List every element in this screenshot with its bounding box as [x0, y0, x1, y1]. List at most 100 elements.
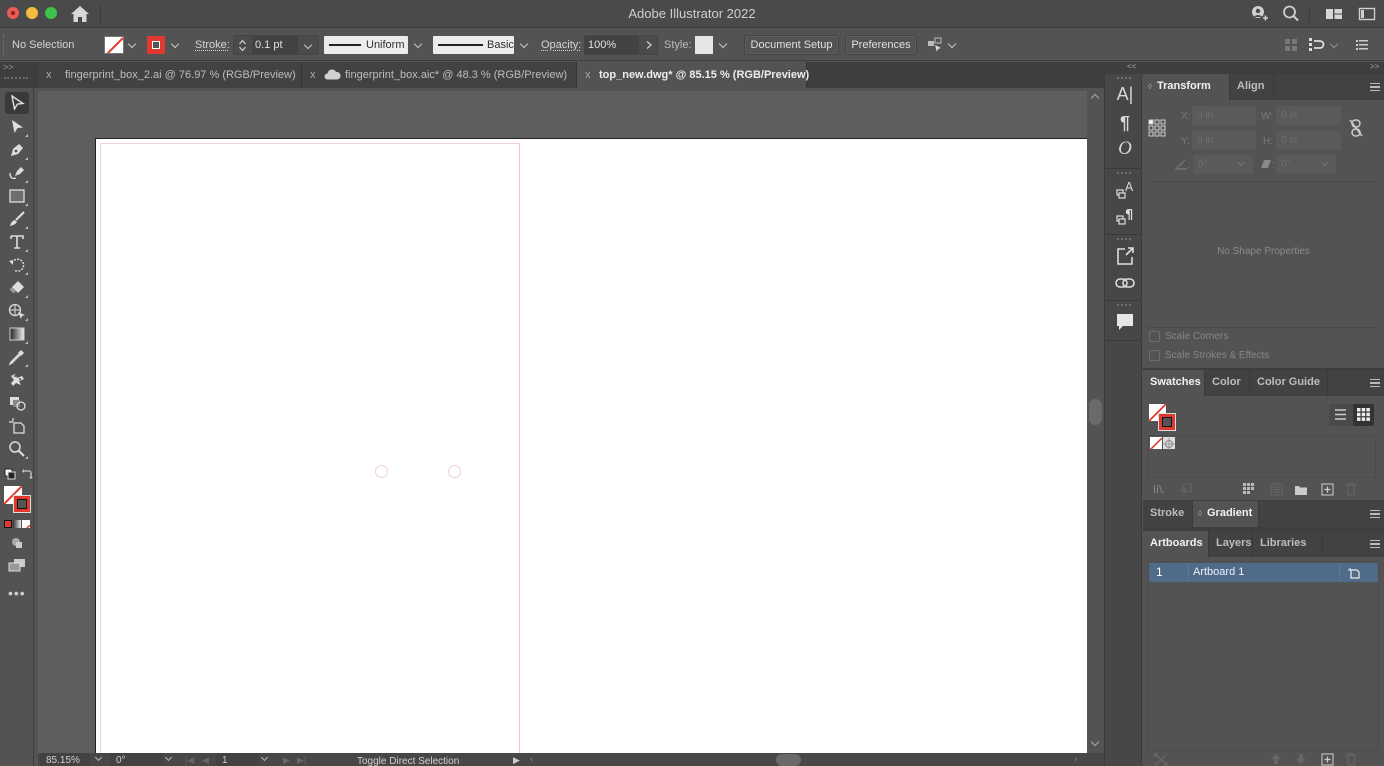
rotation-field[interactable]: 0°: [110, 753, 162, 766]
transform-panel-menu-icon[interactable]: [1370, 83, 1380, 91]
stroke-color-box[interactable]: [13, 495, 31, 513]
rotate-field[interactable]: 0°: [1193, 155, 1253, 174]
tab-close-button[interactable]: x: [310, 62, 316, 88]
brush-definition[interactable]: Basic: [433, 36, 514, 54]
list-view-icon[interactable]: [1334, 408, 1347, 421]
paragraph-styles-icon[interactable]: ¶: [1114, 205, 1136, 227]
artwork-outline[interactable]: [100, 143, 520, 763]
stroke-weight-input[interactable]: 0.1 pt: [252, 36, 298, 54]
paintbrush-tool[interactable]: [5, 208, 29, 230]
document-tab-0[interactable]: x fingerprint_box_2.ai @ 76.97 % (RGB/Pr…: [38, 62, 302, 88]
graphic-style-swatch[interactable]: [695, 36, 713, 54]
artboard-options-icon[interactable]: [1347, 567, 1361, 579]
style-dropdown[interactable]: [715, 35, 731, 55]
gradient-panel-menu-icon[interactable]: [1370, 510, 1380, 518]
tab-libraries[interactable]: Libraries: [1253, 531, 1323, 557]
search-icon[interactable]: [1282, 4, 1300, 24]
panels-collapse-button[interactable]: >>: [1370, 62, 1379, 71]
first-artboard-button[interactable]: |◀: [185, 755, 194, 766]
dock-grip[interactable]: [1117, 238, 1131, 240]
scroll-left-arrow[interactable]: ‹: [530, 754, 533, 765]
variable-width-profile[interactable]: Uniform: [324, 36, 408, 54]
profile-dropdown[interactable]: [410, 35, 426, 55]
artboard-tool[interactable]: [5, 415, 29, 437]
tab-color-guide[interactable]: Color Guide: [1250, 370, 1328, 396]
dock-grip[interactable]: [1117, 77, 1131, 79]
selection-tool[interactable]: [5, 92, 29, 114]
character-panel-icon[interactable]: A|: [1114, 84, 1136, 106]
artboard-dropdown[interactable]: [260, 753, 269, 762]
tab-stroke[interactable]: Stroke: [1143, 501, 1193, 527]
new-artboard-icon[interactable]: [1321, 753, 1334, 766]
scroll-down-arrow[interactable]: [1090, 737, 1100, 747]
direct-selection-tool[interactable]: [5, 116, 29, 138]
shape-builder-tool[interactable]: [5, 300, 29, 322]
artboard-number-field[interactable]: 1: [216, 753, 258, 766]
tab-close-button[interactable]: x: [46, 62, 52, 88]
opentype-panel-icon[interactable]: O: [1114, 138, 1136, 160]
stroke-swatch[interactable]: [147, 36, 165, 54]
panel-toggle-icon[interactable]: [1358, 4, 1376, 24]
dock-grip[interactable]: [1117, 304, 1131, 306]
tab-transform[interactable]: ◊ Transform: [1143, 74, 1230, 100]
w-field[interactable]: 0 in: [1276, 106, 1341, 125]
tab-align[interactable]: Align: [1230, 74, 1274, 100]
circle-shape[interactable]: [375, 465, 388, 478]
none-mode-button[interactable]: [22, 520, 30, 528]
artboards-panel-menu-icon[interactable]: [1370, 540, 1380, 548]
stroke-dropdown[interactable]: [167, 35, 183, 55]
arrange-dropdown[interactable]: [944, 35, 960, 55]
h-field[interactable]: 0 in: [1276, 131, 1341, 150]
character-styles-icon[interactable]: A: [1114, 179, 1136, 201]
gradient-mode-button[interactable]: [13, 520, 21, 528]
eraser-tool[interactable]: [5, 277, 29, 299]
document-tab-2[interactable]: x top_new.dwg* @ 85.15 % (RGB/Preview): [577, 62, 809, 88]
swatch-options-icon[interactable]: [1270, 483, 1283, 496]
pen-tool[interactable]: [5, 139, 29, 161]
reference-point-icon[interactable]: [1148, 119, 1166, 137]
color-mode-button[interactable]: [4, 520, 12, 528]
tab-gradient[interactable]: ◊ Gradient: [1193, 501, 1259, 527]
align-grid-icon[interactable]: [1284, 38, 1298, 52]
fill-swatch[interactable]: [104, 36, 124, 54]
horizontal-scroll-thumb[interactable]: [776, 754, 801, 766]
scale-strokes-checkbox[interactable]: [1149, 350, 1160, 361]
grid-view-button[interactable]: [1353, 404, 1374, 426]
x-field[interactable]: 0 in: [1192, 106, 1256, 125]
arrange-documents-icon[interactable]: [927, 37, 943, 53]
tab-artboards[interactable]: Artboards: [1143, 531, 1209, 557]
canvas[interactable]: [38, 91, 1087, 763]
opacity-input[interactable]: 100%: [585, 36, 639, 54]
edit-toolbar-more-icon[interactable]: •••: [8, 586, 26, 600]
move-down-icon[interactable]: [1295, 753, 1307, 765]
constrain-proportions-icon[interactable]: [1348, 118, 1364, 138]
rotation-dropdown[interactable]: [164, 753, 173, 762]
preferences-button[interactable]: Preferences: [845, 35, 917, 55]
swatch-none[interactable]: [1150, 437, 1162, 449]
fill-dropdown[interactable]: [124, 35, 140, 55]
dock-grip[interactable]: [1117, 172, 1131, 174]
zoom-tool[interactable]: [5, 438, 29, 460]
toolbar-expand-button[interactable]: >>: [3, 62, 14, 72]
gradient-tool[interactable]: [5, 323, 29, 345]
control-bar-menu-icon[interactable]: [1355, 38, 1369, 52]
zoom-level-field[interactable]: 85.15%: [40, 753, 90, 766]
place-swatches-icon[interactable]: [1179, 483, 1192, 496]
delete-swatch-trash-icon[interactable]: [1345, 482, 1357, 496]
scale-corners-checkbox[interactable]: [1149, 331, 1160, 342]
new-swatch-icon[interactable]: [1321, 483, 1334, 496]
dock-collapse-button[interactable]: <<: [1127, 62, 1136, 71]
tab-color[interactable]: Color: [1205, 370, 1250, 396]
shear-field[interactable]: 0°: [1276, 155, 1336, 174]
panel-expand-arrows-icon[interactable]: ◊: [1198, 501, 1202, 526]
artboard-row[interactable]: 1 Artboard 1: [1149, 563, 1378, 582]
status-menu-arrow[interactable]: ▶: [513, 755, 520, 766]
stroke-label[interactable]: Stroke:: [195, 39, 230, 51]
draw-mode-icon[interactable]: [10, 536, 24, 550]
scroll-right-arrow[interactable]: ›: [1074, 754, 1077, 765]
export-asset-icon[interactable]: [1114, 245, 1136, 267]
stroke-weight-field[interactable]: 0.1 pt: [233, 35, 319, 55]
tab-layers[interactable]: Layers: [1209, 531, 1253, 557]
delete-artboard-trash-icon[interactable]: [1345, 752, 1357, 766]
comments-speech-bubble-icon[interactable]: [1114, 311, 1136, 333]
